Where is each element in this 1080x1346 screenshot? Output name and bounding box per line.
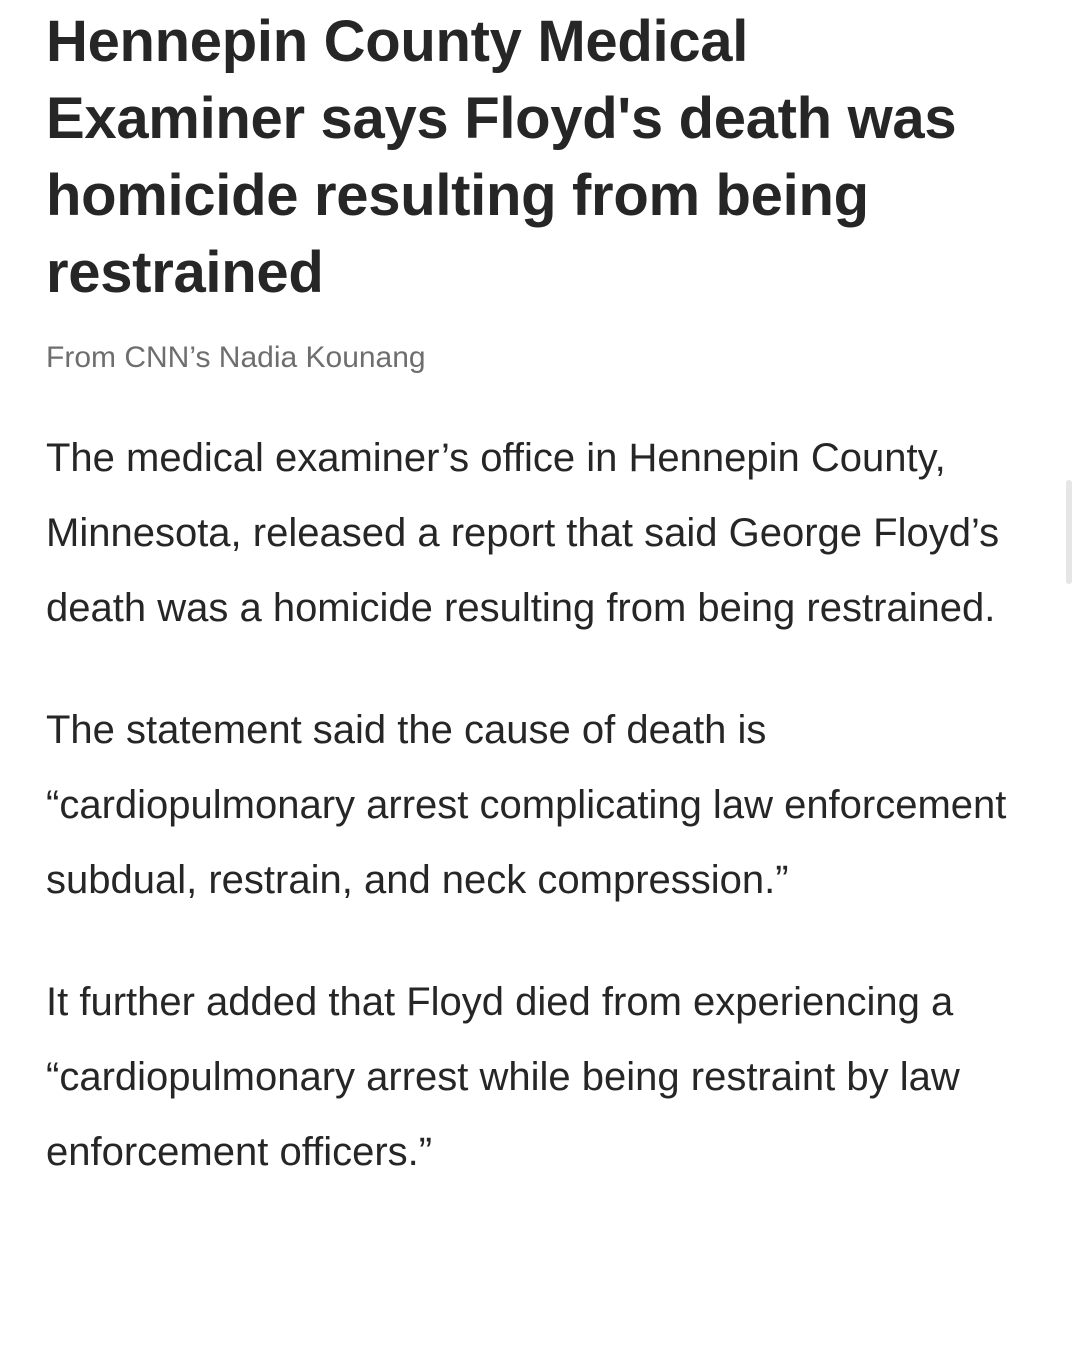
article: Hennepin County Medical Examiner says Fl… <box>46 0 1046 1190</box>
byline: From CNN’s Nadia Kounang <box>46 341 426 374</box>
paragraph-3: It further added that Floyd died from ex… <box>46 980 960 1174</box>
paragraph-1: The medical examiner’s office in Hennepi… <box>46 436 1000 630</box>
headline: Hennepin County Medical Examiner says Fl… <box>46 9 957 305</box>
scrollbar-thumb[interactable] <box>1066 480 1072 584</box>
paragraph-2: The statement said the cause of death is… <box>46 708 1007 902</box>
